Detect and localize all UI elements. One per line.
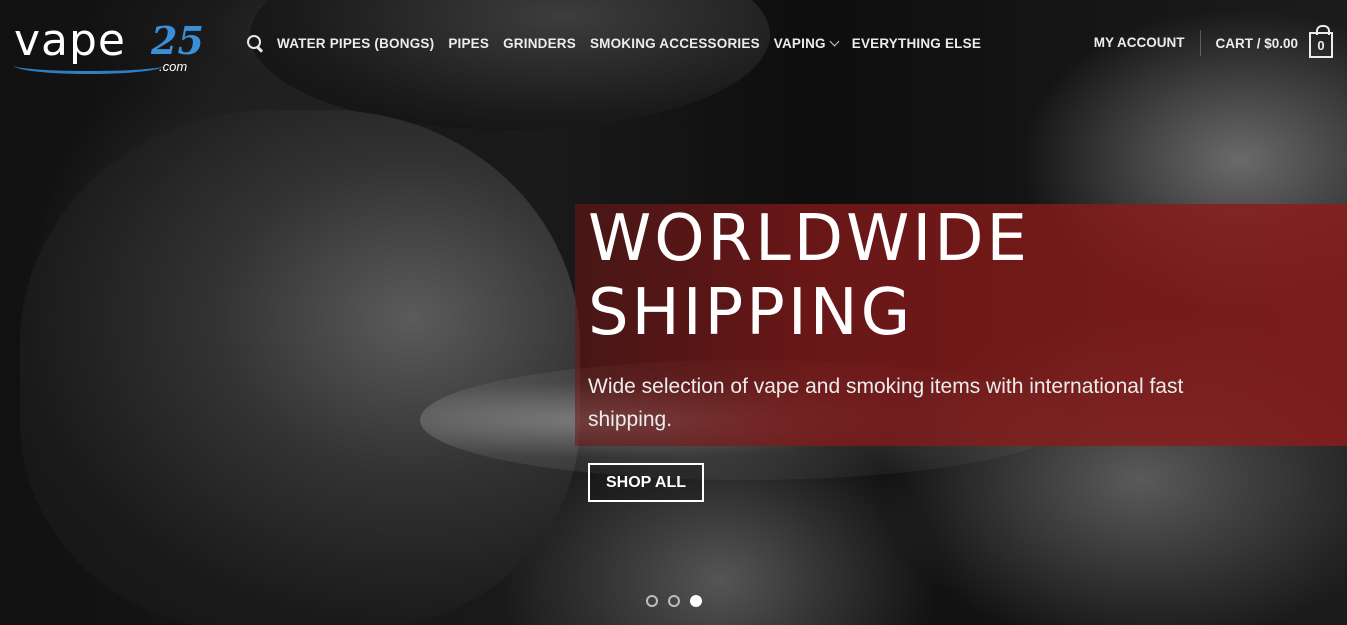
- hero-slider: vape 25 .com WATER PIPES (BONGS) PIPES G…: [0, 0, 1347, 625]
- cart-bag-icon: 0: [1309, 25, 1333, 58]
- hero-headline: WORLDWIDE SHIPPING: [588, 202, 1030, 350]
- site-header: vape 25 .com WATER PIPES (BONGS) PIPES G…: [0, 0, 1347, 86]
- nav-item-water-pipes[interactable]: WATER PIPES (BONGS): [277, 36, 434, 51]
- nav-item-pipes[interactable]: PIPES: [448, 36, 489, 51]
- hero-image-face: [20, 110, 580, 625]
- logo-swoosh: [14, 57, 164, 74]
- shop-all-button[interactable]: SHOP ALL: [588, 463, 704, 502]
- my-account-link[interactable]: MY ACCOUNT: [1094, 30, 1202, 56]
- logo-number: 25: [151, 18, 204, 63]
- header-right-nav: MY ACCOUNT CART / $0.00 0: [1094, 0, 1333, 86]
- nav-item-vaping-label: VAPING: [773, 35, 826, 51]
- hero-headline-line2: SHIPPING: [588, 276, 914, 350]
- cart-label: CART / $0.00: [1215, 35, 1298, 51]
- slider-dots: [646, 595, 702, 607]
- main-nav: WATER PIPES (BONGS) PIPES GRINDERS SMOKI…: [247, 0, 995, 86]
- cart-link[interactable]: CART / $0.00 0: [1201, 25, 1333, 58]
- nav-item-vaping[interactable]: VAPING: [773, 35, 840, 51]
- slider-dot-3[interactable]: [690, 595, 702, 607]
- nav-item-smoking-accessories[interactable]: SMOKING ACCESSORIES: [590, 36, 760, 51]
- search-icon[interactable]: [247, 35, 264, 53]
- slider-dot-2[interactable]: [668, 595, 680, 607]
- site-logo[interactable]: vape 25 .com: [14, 13, 219, 74]
- nav-item-everything-else[interactable]: EVERYTHING ELSE: [852, 36, 981, 51]
- slider-dot-1[interactable]: [646, 595, 658, 607]
- search-icon-handle: [257, 46, 264, 53]
- hero-headline-line1: WORLDWIDE: [588, 202, 1030, 276]
- cart-count: 0: [1317, 37, 1325, 53]
- nav-item-grinders[interactable]: GRINDERS: [503, 36, 576, 51]
- chevron-down-icon: [829, 36, 840, 46]
- hero-subtext: Wide selection of vape and smoking items…: [588, 375, 1184, 431]
